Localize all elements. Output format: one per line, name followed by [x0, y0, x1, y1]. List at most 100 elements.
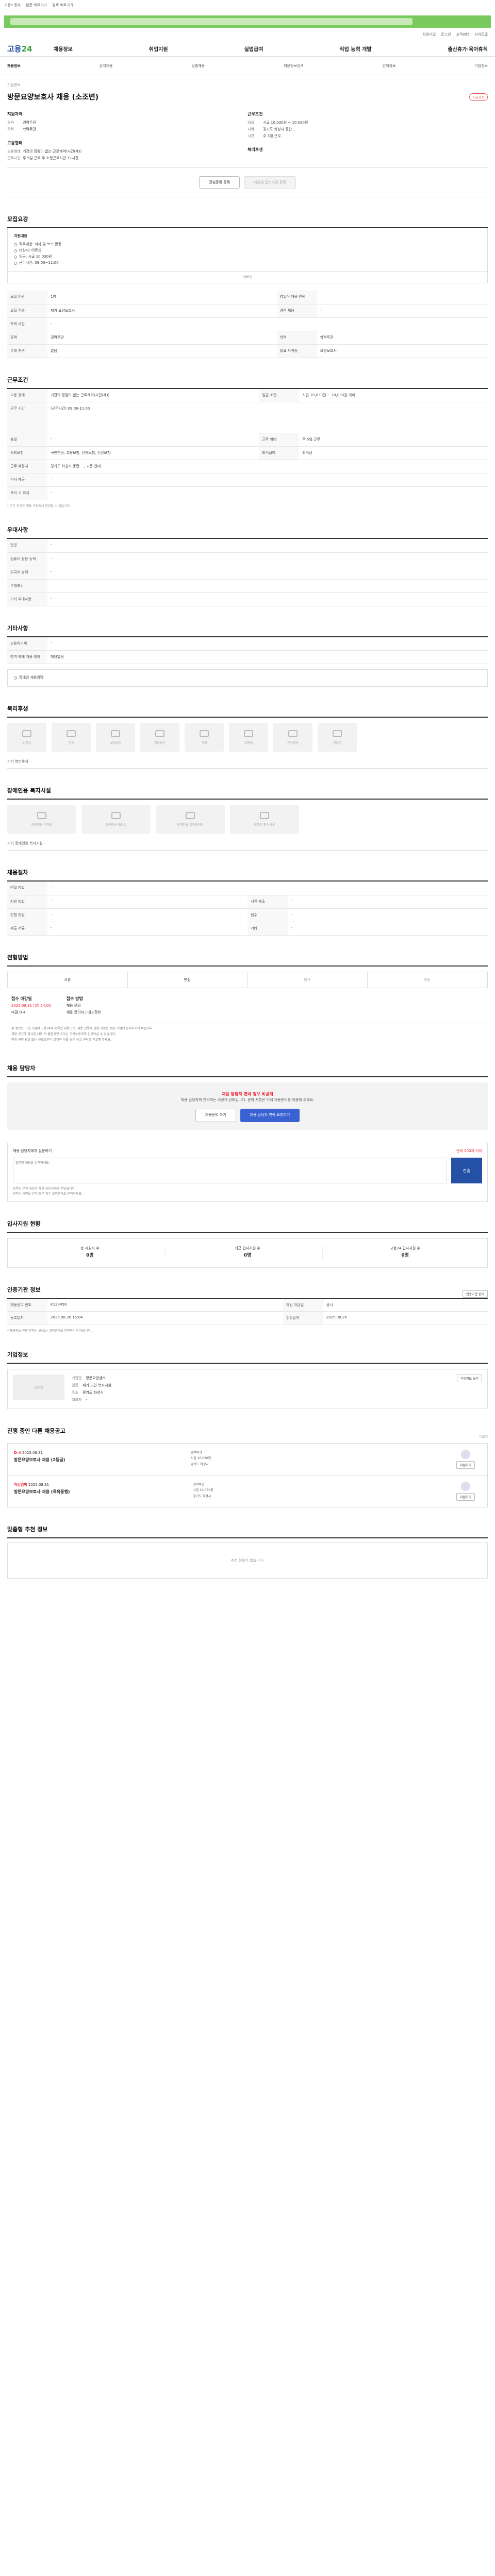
section-title: 맞춤형 추천 정보 [7, 1525, 488, 1539]
section-welfare: 복리후생 퇴직금 연차 4대보험 경조휴가 식비 교통비 간식제공 경조금 기타… [7, 687, 488, 769]
login-link[interactable]: 로그인 [441, 32, 451, 37]
avatar [461, 1482, 470, 1492]
welfare-card: 퇴직금 [7, 723, 46, 752]
info-heading: 복리후생 [248, 147, 263, 152]
more-button[interactable]: 더보기 [7, 272, 488, 284]
more-link[interactable]: 더보기 [479, 1434, 488, 1439]
step-item: 면접 [128, 972, 248, 988]
company-info-button[interactable]: 기업정보 보기 [456, 1375, 482, 1383]
welfare-card: 경조금 [318, 723, 357, 752]
top-links: 회원가입 로그인 고객센터 사이트맵 [0, 28, 495, 41]
favorite-button[interactable]: 관심등록 등록 [199, 176, 240, 189]
section-title: 우대사항 [7, 526, 488, 539]
section-process: 전형방법 서류 면접 합격 최종 접수 마감일 2025.08.31 (일) 24… [7, 936, 488, 1046]
search-banner [4, 15, 491, 28]
deadline: 2025.08.31 (일) 24:00 [11, 1004, 51, 1008]
gnb-item[interactable]: 직업 능력 개발 [339, 45, 371, 53]
recruit-table: 모집 인원 1명 영업직 채용 인원 - 모집 직종 재가 요양보호사 경력 채용 - 학력… [7, 291, 488, 358]
welfare-card: 간식제공 [273, 723, 312, 752]
gnb-item[interactable]: 실업급여 [244, 45, 263, 53]
step-item: 최종 [368, 972, 487, 988]
welfare-card: 4대보험 [96, 723, 135, 752]
section-title: 장애인용 복지시설 [7, 786, 488, 800]
section-pref: 우대사항 전공 - 컴퓨터 활용 능력 - 외국어 능력 - 우대조건 - 기타 우대사… [7, 508, 488, 606]
subnav-item[interactable]: 맞춤채용 [191, 63, 205, 69]
subnav-item[interactable]: 채용정보검색 [284, 63, 304, 69]
action-bar: 관심등록 등록 다른일 입사지원 등록 [7, 168, 488, 197]
parking-icon [37, 811, 46, 819]
sitemap-link[interactable]: 사이트맵 [474, 32, 488, 37]
checkbox[interactable] [14, 676, 17, 680]
signup-link[interactable]: 회원가입 [422, 32, 436, 37]
top-utility-bar: 고용노동부 본문 바로가기 검색 바로가기 [0, 0, 495, 10]
status-badge: 시급관련 [469, 93, 488, 101]
section-recruit: 모집요강 지원내용 직무내용: 식사 및 보조 활동 대상자: 어르신 임금: … [7, 197, 488, 358]
info-heading: 고용형태 [7, 141, 23, 145]
section-title: 모집요강 [7, 215, 488, 228]
apply-button[interactable]: 다른일 입사지원 등록 [244, 176, 296, 189]
section-title: 근무조건 [7, 376, 488, 389]
checkbox-label: 장애인 채용희망 [19, 675, 44, 680]
search-input[interactable] [10, 18, 412, 25]
subnav-item[interactable]: 인재정보 [383, 63, 396, 69]
apply-button[interactable]: 지원하기 [456, 1493, 475, 1501]
send-button[interactable]: 전송 [451, 1158, 482, 1184]
toilet-icon [111, 811, 121, 819]
section-company: 기업정보 LOGO 기업명 방문요양센터 업종 재가 노인 복지시설 주소 경기도 화… [7, 1333, 488, 1410]
box-heading: 지원내용 [14, 234, 27, 238]
welfare-card: 경조휴가 [140, 723, 179, 752]
skip-link[interactable]: 본문 바로가기 [26, 3, 47, 8]
facility-card: 장애인용 화장실 [81, 805, 151, 834]
global-nav: 고용24 채용정보 취업지원 실업급여 직업 능력 개발 출산휴가·육아휴직 [0, 41, 495, 57]
welfare-card: 연차 [52, 723, 91, 752]
section-work: 근무조건 고용 형태 기간의 정함이 없는 근로계약(시간(제)) 임금 조건 시급 … [7, 358, 488, 509]
step-item: 합격 [248, 972, 368, 988]
section-title: 기타사항 [7, 624, 488, 637]
welfare-icon [155, 730, 164, 737]
job-card[interactable]: 마감임박 2025.08.31 방문요양보호사 채용 (목욕동행) 경력무관 시급 … [7, 1476, 488, 1508]
work-note: * 근무 조건은 채용 과정에서 변경될 수 있습니다. [7, 504, 71, 509]
section-title: 인증기관 정보 [7, 1286, 41, 1293]
gnb-item[interactable]: 채용정보 [54, 45, 73, 53]
info-button[interactable]: 인증기관 문의 [462, 1290, 488, 1298]
facility-card: 장애인용 주차장 [7, 805, 76, 834]
elevator-icon [186, 811, 195, 819]
site-logo[interactable]: 고용24 [7, 43, 54, 54]
contact-request-button[interactable]: 채용 담당자 연락 요청하기 [240, 1109, 300, 1123]
subnav-item[interactable]: 채용정보 [7, 63, 21, 69]
step-item: 서류 [8, 972, 128, 988]
section-contact: 채용 담당자 채용 담당자 연락 정보 비공개 채용 담당자의 연락처는 비공개… [7, 1046, 488, 1202]
section-title: 입사지원 현황 [7, 1219, 488, 1233]
facility-card: 장애인 편의시설 [230, 805, 299, 834]
facility-card: 장애인용 엘리베이터 [156, 805, 225, 834]
help-link[interactable]: 고객센터 [456, 32, 469, 37]
skip-link[interactable]: 검색 바로가기 [52, 3, 73, 8]
welfare-card: 교통비 [229, 723, 268, 752]
section-title: 기업정보 [7, 1350, 488, 1364]
gnb-item[interactable]: 출산휴가·육아휴직 [448, 45, 488, 53]
work-table: 고용 형태 기간의 정함이 없는 근로계약(시간(제)) 임금 조건 시급 10,03… [7, 388, 488, 501]
job-card[interactable]: D-4 2025.08.31 방문요양보호사 채용 (2등급) 경력무관 시급 10… [7, 1443, 488, 1476]
section-etc: 기타사항 고용허가제 - 병역 특례 채용 희망 해당없음 장애인 채용희망 [7, 606, 488, 687]
info-heading: 근무조건 [248, 112, 263, 116]
gov-label: 고용노동부 [4, 3, 21, 7]
sub-nav: 채용정보 공개채용 맞춤채용 채용정보검색 인재정보 기업정보 [0, 57, 495, 75]
section-title: 전형방법 [7, 953, 488, 967]
apply-button[interactable]: 지원하기 [456, 1461, 475, 1469]
section-title: 채용절차 [7, 868, 488, 882]
job-header: 기업정보 방문요양보호사 채용 (소조변) 시급관련 지원자격 경력 경력무관 학… [7, 75, 488, 168]
welfare-card: 식비 [185, 723, 224, 752]
empty-state: 추천 정보가 없습니다. [7, 1543, 488, 1579]
gnb-item[interactable]: 취업지원 [149, 45, 168, 53]
section-hire: 채용절차 면접 방법 - 지원 방법 - 서류 제출 - 전형 방법 - 접수 - 제출 서류… [7, 851, 488, 936]
subnav-item[interactable]: 공개채용 [100, 63, 113, 69]
avatar [460, 1450, 470, 1460]
welfare-icon [244, 730, 253, 737]
inquiry-button[interactable]: 채용문의 하기 [195, 1109, 236, 1123]
welfare-icon [288, 730, 298, 737]
question-input[interactable] [13, 1158, 447, 1184]
subnav-item[interactable]: 기업정보 [474, 63, 488, 69]
qna-box: 채용 담당자에게 질문하기문의 500자 이내 전송 등록된 문의 내용은 채용… [7, 1143, 488, 1202]
welfare-icon [111, 730, 120, 737]
section-other-jobs: 진행 중인 다른 채용공고 더보기 D-4 2025.08.31 방문요양보호사 채… [7, 1409, 488, 1508]
